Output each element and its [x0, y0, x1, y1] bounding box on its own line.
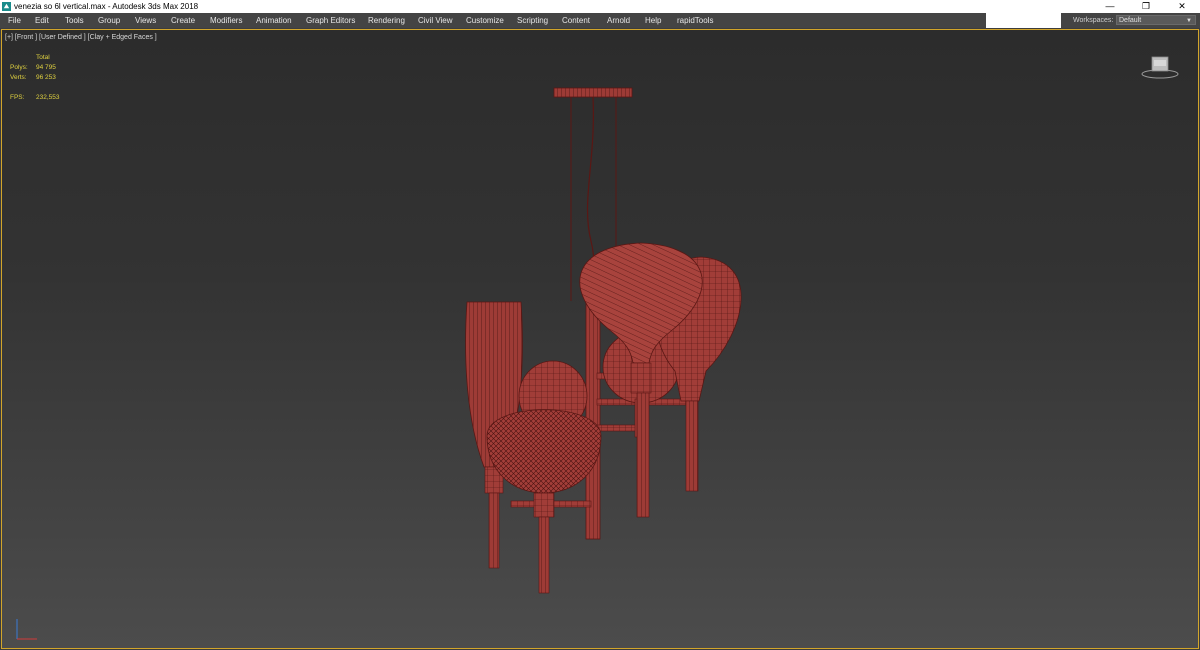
menu-graph-editors[interactable]: Graph Editors: [306, 13, 355, 28]
close-button[interactable]: ✕: [1164, 0, 1200, 13]
restore-button[interactable]: ❐: [1128, 0, 1164, 13]
menu-scripting[interactable]: Scripting: [517, 13, 548, 28]
workspaces-value: Default: [1119, 17, 1142, 24]
axis-tripod-icon: [16, 619, 37, 640]
viewport-front[interactable]: [+] [Front ] [User Defined ] [Clay + Edg…: [1, 29, 1199, 649]
workspaces-dropdown[interactable]: Default ▼: [1116, 15, 1196, 25]
workspaces-panel: Workspaces: Default ▼: [1061, 13, 1200, 28]
menu-edit[interactable]: Edit: [35, 13, 49, 28]
menu-group[interactable]: Group: [98, 13, 120, 28]
menu-arnold[interactable]: Arnold: [607, 13, 630, 28]
title-bar: venezia so 6l vertical.max - Autodesk 3d…: [0, 0, 1200, 13]
menu-tools[interactable]: Tools: [65, 13, 84, 28]
menu-rapidtools[interactable]: rapidTools: [677, 13, 713, 28]
menu-animation[interactable]: Animation: [256, 13, 292, 28]
menu-rendering[interactable]: Rendering: [368, 13, 405, 28]
window-title: venezia so 6l vertical.max - Autodesk 3d…: [14, 2, 199, 11]
menu-create[interactable]: Create: [171, 13, 195, 28]
menu-civil-view[interactable]: Civil View: [418, 13, 453, 28]
menu-bar: File Edit Tools Group Views Create Modif…: [0, 13, 986, 28]
app-logo-icon: [2, 2, 11, 11]
restore-icon: ❐: [1141, 1, 1151, 11]
minimize-icon: —: [1105, 1, 1115, 11]
menu-bar-spacer: [986, 13, 1061, 28]
menu-customize[interactable]: Customize: [466, 13, 504, 28]
menu-help[interactable]: Help: [645, 13, 661, 28]
workspaces-label: Workspaces:: [1073, 17, 1114, 24]
menu-file[interactable]: File: [8, 13, 21, 28]
menu-views[interactable]: Views: [135, 13, 156, 28]
close-icon: ✕: [1178, 1, 1186, 11]
minimize-button[interactable]: —: [1092, 0, 1128, 13]
chevron-down-icon: ▼: [1186, 18, 1192, 24]
menu-content[interactable]: Content: [562, 13, 590, 28]
chandelier-model[interactable]: [2, 30, 1198, 648]
menu-modifiers[interactable]: Modifiers: [210, 13, 242, 28]
